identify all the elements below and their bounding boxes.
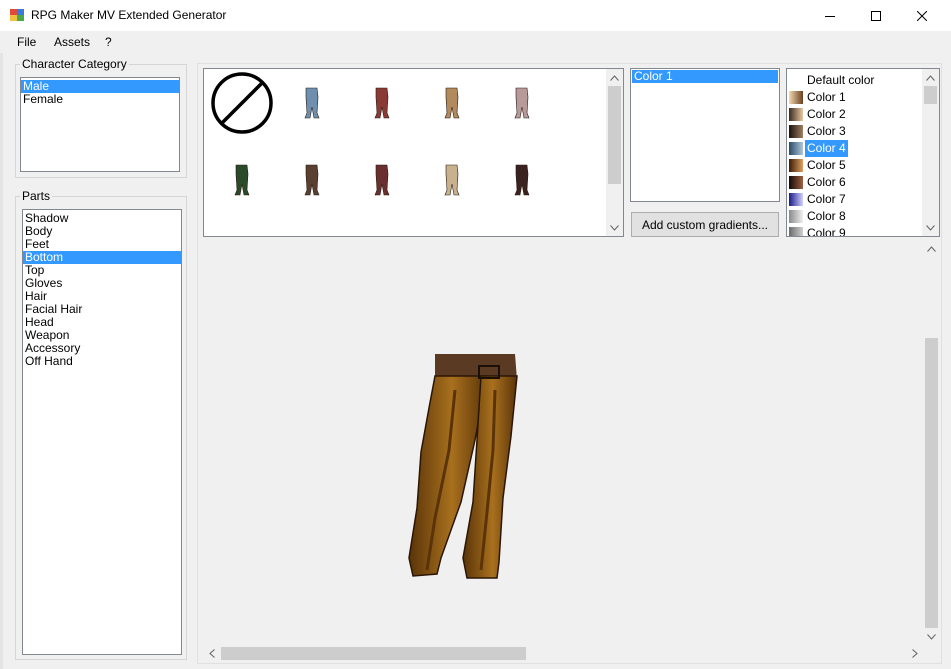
maximize-button[interactable] bbox=[853, 0, 899, 31]
pants-preview-image bbox=[408, 354, 927, 645]
asset-grid-scrollbar[interactable] bbox=[606, 69, 623, 236]
asset-thumbnail[interactable] bbox=[442, 87, 462, 122]
scroll-down-icon[interactable] bbox=[606, 219, 623, 236]
minimize-icon bbox=[825, 15, 835, 17]
color-swatch bbox=[789, 108, 803, 121]
preview-hscrollbar[interactable] bbox=[203, 645, 923, 662]
color-label: Color 7 bbox=[807, 192, 846, 206]
maximize-icon bbox=[871, 10, 881, 21]
color-label: Color 9 bbox=[807, 226, 846, 237]
scroll-up-icon[interactable] bbox=[922, 69, 939, 86]
color-label: Default color bbox=[807, 73, 875, 87]
scroll-left-icon[interactable] bbox=[203, 645, 220, 662]
preview-canvas[interactable] bbox=[203, 240, 940, 662]
color-list-scrollbar[interactable] bbox=[922, 69, 939, 236]
add-custom-gradients-label: Add custom gradients... bbox=[641, 217, 769, 232]
color-label: Color 5 bbox=[807, 158, 846, 172]
asset-thumbnail[interactable] bbox=[232, 164, 252, 199]
character-category-list[interactable]: Male Female bbox=[20, 77, 180, 172]
color-swatch bbox=[789, 125, 803, 138]
color-label: Color 1 bbox=[807, 90, 846, 104]
scroll-thumb[interactable] bbox=[924, 86, 937, 104]
preview-vscrollbar[interactable] bbox=[923, 240, 940, 645]
close-icon bbox=[917, 10, 927, 21]
color-swatch bbox=[789, 227, 803, 236]
scroll-thumb[interactable] bbox=[608, 86, 621, 184]
asset-thumbnail[interactable] bbox=[442, 164, 462, 199]
color-swatch bbox=[789, 176, 803, 189]
color-label: Color 3 bbox=[807, 124, 846, 138]
scroll-down-icon[interactable] bbox=[922, 219, 939, 236]
color-swatch bbox=[789, 159, 803, 172]
add-custom-gradients-button[interactable]: Add custom gradients... bbox=[631, 212, 779, 237]
menu-help[interactable]: ? bbox=[105, 35, 112, 49]
none-icon[interactable] bbox=[210, 71, 274, 138]
close-button[interactable] bbox=[899, 0, 945, 31]
color-swatch bbox=[789, 193, 803, 206]
asset-thumbnail[interactable] bbox=[372, 164, 392, 199]
asset-thumbnail[interactable] bbox=[512, 164, 532, 199]
parts-item[interactable]: Off Hand bbox=[23, 355, 181, 368]
minimize-button[interactable] bbox=[807, 0, 853, 31]
parts-caption: Parts bbox=[20, 189, 53, 203]
color-swatch bbox=[789, 142, 803, 155]
menu-file[interactable]: File bbox=[17, 35, 36, 49]
asset-thumbnail[interactable] bbox=[302, 87, 322, 122]
layer-list[interactable]: Color 1 bbox=[630, 68, 780, 202]
color-swatch bbox=[789, 91, 803, 104]
color-swatch bbox=[789, 210, 803, 223]
menu-bar: File Assets ? bbox=[0, 31, 951, 53]
asset-thumbnail[interactable] bbox=[512, 87, 532, 122]
asset-grid[interactable] bbox=[203, 68, 624, 237]
scroll-down-icon[interactable] bbox=[923, 628, 940, 645]
color-list[interactable]: Default color Color 1 Color 2 Color 3 Color … bbox=[786, 68, 940, 237]
scroll-thumb[interactable] bbox=[925, 338, 938, 628]
layer-item[interactable]: Color 1 bbox=[632, 70, 778, 83]
window-edge bbox=[0, 53, 3, 669]
color-label: Color 8 bbox=[807, 209, 846, 223]
parts-item[interactable]: Bottom bbox=[23, 251, 181, 264]
title-bar: RPG Maker MV Extended Generator bbox=[0, 0, 951, 31]
menu-assets[interactable]: Assets bbox=[54, 35, 90, 49]
color-label: Color 2 bbox=[807, 107, 846, 121]
character-category-caption: Character Category bbox=[20, 57, 129, 71]
asset-thumbnail[interactable] bbox=[372, 87, 392, 122]
window-title: RPG Maker MV Extended Generator bbox=[31, 8, 227, 22]
parts-list[interactable]: Shadow Body Feet Bottom Top Gloves Hair Facial … bbox=[22, 209, 182, 655]
color-label: Color 6 bbox=[807, 175, 846, 189]
app-icon bbox=[10, 9, 24, 21]
scroll-thumb[interactable] bbox=[221, 647, 526, 660]
asset-thumbnail[interactable] bbox=[302, 164, 322, 199]
scroll-up-icon[interactable] bbox=[923, 240, 940, 257]
scroll-right-icon[interactable] bbox=[906, 645, 923, 662]
category-item[interactable]: Female bbox=[21, 93, 179, 106]
scroll-up-icon[interactable] bbox=[606, 69, 623, 86]
color-label: Color 4 bbox=[805, 140, 848, 157]
